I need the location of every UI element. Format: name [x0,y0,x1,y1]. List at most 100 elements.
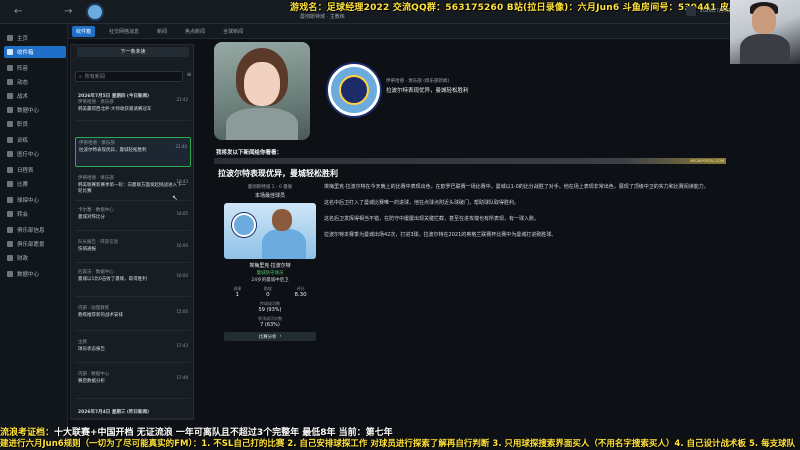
club-crest-icon[interactable] [86,3,104,21]
message-sender: 伊蒂哈德 · 俱乐部 [79,141,115,146]
list-item[interactable]: 2026年7月5日 星期四 (今日新闻) 伊蒂哈德 · 俱乐部 韩美赢得西北杯·大师… [75,91,191,121]
article-title: 拉波尔特表现优异，曼城轻松胜利 [218,169,338,178]
message-subject: 韩美联赛新赛季第一轮：向曼联方面发起挑战进入下一轮比赛 [78,183,186,194]
search-icon: ⌕ [79,73,82,80]
message-subject: 曼城对阵比分 [78,215,105,220]
list-item[interactable]: 内部 · 助理教练教练推荐新的战术安排 15:00 [75,303,191,331]
sidebar-icon [7,137,13,143]
list-item[interactable]: 队长报告 · 阵容信息 伤病通报 16:00 [75,237,191,263]
sidebar-item-label: 转会 [17,212,29,218]
pass-value: 59 (93%) [258,307,282,313]
sidebar-item-label: 训练 [17,138,29,144]
tab[interactable]: 焦点新闻 [181,26,209,37]
sidebar-item[interactable]: 主页 [4,32,66,44]
sidebar-icon [7,93,13,99]
sidebar-item[interactable]: 转会 [4,208,66,220]
article-body: 埃梅里克·拉波尔特在今天晚上的比赛中表现出色，在欧罗巴联赛一场比赛中，曼城以1-… [324,184,722,248]
sidebar-item[interactable]: 阵容 [4,62,66,74]
list-item[interactable]: 尼森沃 · 数据中心 曼城以1比0击败了曼联，取得胜利 16:00 [75,267,191,297]
message-subject: 拉波尔特表现优异，曼城轻松胜利 [79,148,147,153]
sidebar-item-label: 比赛 [17,182,29,188]
duel-value: 7 (63%) [260,322,280,328]
stream-rules-line-1: 流浪考证档：十大联赛+中国开档 无证流浪 一年可离队且不超过3个完整年 最低8年… [0,425,800,438]
webcam-overlay [730,0,800,64]
match-score[interactable]: 曼彻斯特城 1 - 0 曼联 [222,184,318,190]
player-of-match-card: 曼彻斯特城 1 - 0 曼联 本场最佳球员 埃梅里克·拉波尔特 曼城防守球员 2… [222,184,318,360]
sidebar-item[interactable]: 医疗中心 [4,148,66,160]
forward-arrow-icon[interactable]: → [64,6,72,17]
sidebar-item[interactable]: 日程表 [4,164,66,176]
sidebar-icon [7,107,13,113]
sidebar-item-label: 主页 [17,36,29,42]
sender-name[interactable]: 伊蒂哈德 · 俱乐部 (俱乐部新闻) [386,78,469,84]
sidebar-item[interactable]: 比赛 [4,178,66,190]
message-subject: 教练推荐新的战术安排 [78,313,123,318]
search-placeholder: 所有新闻 [84,74,105,80]
back-arrow-icon[interactable]: ← [14,6,22,17]
message-time: 18:05 [176,211,188,216]
game-date: 2026年7月5日 [700,9,731,14]
article-paragraph: 拉波尔特本赛季为曼城出场42次，打进3球。拉波尔特在2021的英格兰联赛杯比赛中… [324,232,557,238]
message-time: 17:49 [176,375,188,380]
list-item[interactable]: 卡尔塞 · 数据中心 曼城对阵比分 18:05 [75,205,191,231]
message-time: 17:43 [176,343,188,348]
tab[interactable]: 全球新闻 [219,26,247,37]
next-unread-button[interactable]: 下一条未读 [77,47,189,57]
filter-icon[interactable]: ≡ [185,71,193,82]
tab[interactable]: 社交网络消息 [105,26,143,37]
inbox-panel: 下一条未读 ⌕ 所有新闻 ≡ 2026年7月5日 星期四 (今日新闻) 伊蒂哈德 … [70,44,194,420]
sidebar-item[interactable]: 俱乐部信息 [4,224,66,236]
message-time: 16:00 [176,243,188,248]
sidebar-icon [7,49,13,55]
article-banner [214,158,726,164]
stream-rules-line-2: 建进行六月Jun6规则（一切为了尽可能真实的FM）：1. 不SL自己打的比赛 2… [0,439,796,449]
stat-value: 0 [266,292,270,298]
message-subject: 拉波尔特表现优异，曼城轻松胜利 [386,88,469,94]
sidebar-item[interactable]: 俱乐部愿景 [4,238,66,250]
sidebar-icon [7,167,13,173]
message-sender: 内部 · 数据中心 [78,372,110,377]
sidebar-item-label: 动态 [17,80,29,86]
list-item[interactable]: 主教 球员状态报告 17:43 [75,337,191,363]
sidebar-icon [7,181,13,187]
list-item[interactable]: 伊蒂哈德 · 俱乐部 拉波尔特表现优异，曼城轻松胜利 21:40 [75,137,191,167]
sidebar-item[interactable]: 职员 [4,118,66,130]
continue-button[interactable] [686,6,696,16]
player-name[interactable]: 埃梅里克·拉波尔特 [222,262,318,269]
list-item[interactable]: 内部 · 数据中心 赛后数据分析 17:49 [75,369,191,399]
message-time: 16:00 [176,273,188,278]
tab[interactable]: 新闻 [153,26,171,37]
tab[interactable]: 收件箱 [72,25,96,37]
manager-avatar [214,42,310,140]
list-item[interactable]: 2026年7月4日 星期三 (昨日新闻) [75,407,191,419]
sidebar-item[interactable]: 动态 [4,76,66,88]
sidebar-icon [7,255,13,261]
stat-value: 8.30 [294,292,307,298]
stat-value: 1 [235,292,240,298]
message-subject: 韩美赢得西北杯·大师收获邀请赛冠军 [78,107,152,112]
sidebar-icon [7,227,13,233]
search-input[interactable]: ⌕ 所有新闻 [75,71,183,82]
article-paragraph: 这名后卫发挥得相当不错，在防守中屡屡出现关键拦截，甚至在进攻端也有所表现，有一球… [324,216,540,222]
sidebar-item[interactable]: 战术 [4,90,66,102]
sidebar-item-label: 职员 [17,122,29,128]
sidebar-item-label: 俱乐部愿景 [17,242,45,248]
sidebar-item[interactable]: 球探中心 [4,194,66,206]
club-crest-icon[interactable] [328,64,380,116]
sidebar-item[interactable]: 训练 [4,134,66,146]
sidebar-item[interactable]: 数据中心 [4,268,66,280]
sidebar-icon [7,197,13,203]
sidebar-item-label: 收件箱 [17,50,34,56]
mouse-cursor-icon: ↖ [172,194,178,202]
match-analysis-label: 比赛分析 [258,334,277,340]
player-image[interactable] [224,203,316,259]
message-sender: 内部 · 助理教练 [78,306,110,311]
match-analysis-button[interactable]: 比赛分析 › [224,332,316,341]
sidebar-item-label: 医疗中心 [17,152,40,158]
sidebar-item[interactable]: 收件箱 [4,46,66,58]
message-time: 15:00 [176,309,188,314]
sidebar-icon [7,79,13,85]
message-sender: 队长报告 · 阵容信息 [78,240,119,245]
sidebar-item[interactable]: 财政 [4,252,66,264]
sidebar-item[interactable]: 数据中心 [4,104,66,116]
